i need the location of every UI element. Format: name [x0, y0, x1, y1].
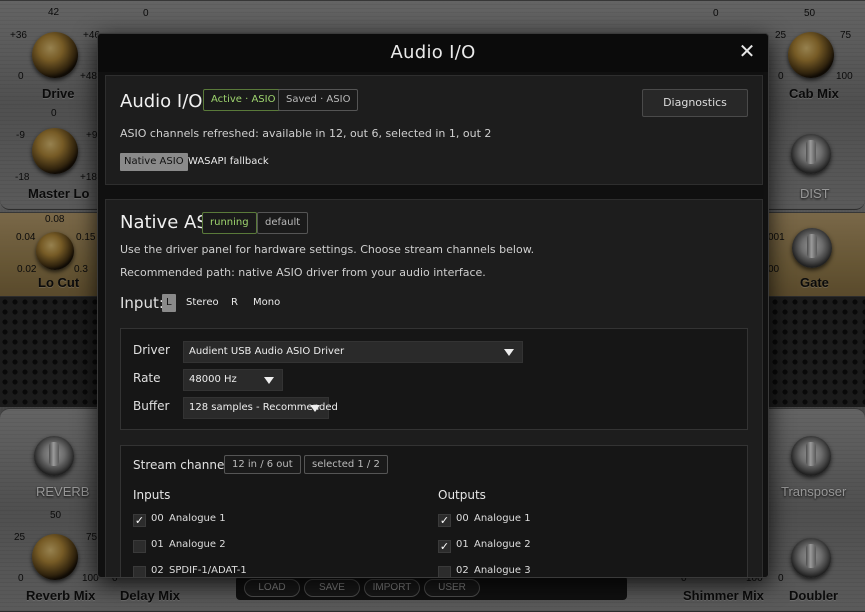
- asio-status-text: ASIO channels refreshed: available in 12…: [120, 127, 492, 140]
- stream-channels-heading: Stream channels: [133, 458, 234, 472]
- backend-wasapi-fallback[interactable]: WASAPI fallback: [184, 153, 273, 171]
- channel-name: Analogue 2: [169, 539, 226, 550]
- input-mode-l[interactable]: L: [162, 294, 176, 312]
- rate-select[interactable]: 48000 Hz: [183, 369, 283, 391]
- backend-native-asio[interactable]: Native ASIO: [120, 153, 188, 171]
- rate-value: 48000 Hz: [189, 374, 237, 385]
- chevron-down-icon: [264, 377, 274, 384]
- channel-name: Analogue 1: [169, 513, 226, 524]
- checkbox-icon[interactable]: [133, 566, 146, 577]
- chevron-down-icon: [310, 405, 320, 412]
- driver-value: Audient USB Audio ASIO Driver: [189, 346, 345, 357]
- driver-label: Driver: [133, 343, 170, 357]
- input-mode-mono[interactable]: Mono: [249, 294, 284, 312]
- checkbox-icon[interactable]: [438, 566, 451, 577]
- channel-name: Analogue 1: [474, 513, 531, 524]
- channel-number: 01: [151, 539, 164, 550]
- audio-io-summary-panel: Audio I/O Active · ASIO Saved · ASIO Dia…: [105, 75, 763, 185]
- channel-number: 01: [456, 539, 469, 550]
- channel-name: SPDIF-1/ADAT-1: [169, 565, 247, 576]
- inputs-heading: Inputs: [133, 488, 171, 502]
- diagnostics-button[interactable]: Diagnostics: [642, 89, 748, 117]
- input-mode-stereo[interactable]: Stereo: [182, 294, 223, 312]
- outputs-heading: Outputs: [438, 488, 486, 502]
- stream-channels-box: Stream channels 12 in / 6 out selected 1…: [120, 445, 748, 577]
- buffer-select[interactable]: 128 samples - Recommended: [183, 397, 338, 419]
- driver-hint: Use the driver panel for hardware settin…: [120, 243, 535, 256]
- summary-heading: Audio I/O: [120, 91, 203, 112]
- buffer-label: Buffer: [133, 399, 170, 413]
- channel-name: Analogue 2: [474, 539, 531, 550]
- channel-number: 00: [151, 513, 164, 524]
- recommended-hint: Recommended path: native ASIO driver fro…: [120, 266, 486, 279]
- running-badge: running: [202, 212, 257, 234]
- active-asio-badge: Active · ASIO: [203, 89, 284, 111]
- channel-number: 02: [456, 565, 469, 576]
- checkbox-checked-icon[interactable]: ✓: [438, 514, 451, 527]
- dialog-title: Audio I/O: [390, 42, 476, 63]
- rate-label: Rate: [133, 371, 161, 385]
- close-icon[interactable]: ✕: [736, 40, 758, 62]
- checkbox-checked-icon[interactable]: ✓: [438, 540, 451, 553]
- chevron-down-icon: [504, 349, 514, 356]
- selected-count-badge: selected 1 / 2: [304, 455, 388, 474]
- checkbox-checked-icon[interactable]: ✓: [133, 514, 146, 527]
- audio-io-dialog: Audio I/O ✕ Audio I/O Active · ASIO Save…: [97, 33, 769, 578]
- native-asio-panel: Native ASIO running default Use the driv…: [105, 199, 763, 577]
- io-count-badge: 12 in / 6 out: [224, 455, 301, 474]
- driver-select[interactable]: Audient USB Audio ASIO Driver: [183, 341, 523, 363]
- dialog-scrollbar[interactable]: [764, 72, 768, 577]
- channel-number: 00: [456, 513, 469, 524]
- checkbox-icon[interactable]: [133, 540, 146, 553]
- channel-number: 02: [151, 565, 164, 576]
- saved-asio-badge: Saved · ASIO: [278, 89, 359, 111]
- input-mode-label: Input:: [120, 294, 164, 312]
- default-badge: default: [257, 212, 309, 234]
- dialog-titlebar: Audio I/O ✕: [98, 34, 768, 72]
- channel-name: Analogue 3: [474, 565, 531, 576]
- dialog-content[interactable]: Audio I/O Active · ASIO Saved · ASIO Dia…: [98, 72, 768, 577]
- input-mode-r[interactable]: R: [227, 294, 242, 312]
- driver-settings-box: Driver Audient USB Audio ASIO Driver Rat…: [120, 328, 748, 430]
